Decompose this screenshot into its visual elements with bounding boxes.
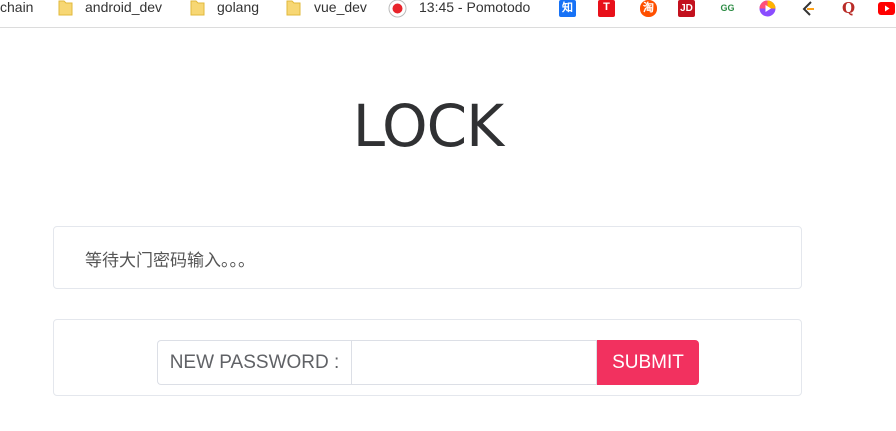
bookmark-label: golang (217, 0, 260, 15)
toutiao-glyph: T (598, 0, 615, 14)
bookmark-label: vue_dev (314, 0, 367, 15)
bookmark-label: android_dev (85, 0, 163, 15)
status-message: 等待大门密码输入。。。 (85, 251, 255, 271)
leetcode-icon[interactable] (800, 0, 817, 17)
youtube-icon[interactable] (878, 2, 895, 15)
pomotodo-icon (388, 0, 407, 18)
folder-icon (190, 0, 205, 16)
password-prefix-label: NEW PASSWORD : (157, 340, 351, 385)
quora-icon[interactable]: Q (840, 0, 857, 17)
new-password-input[interactable] (351, 340, 597, 385)
bookmark-label: 13:45 - Pomotodo (419, 0, 531, 15)
toutiao-icon[interactable]: T (598, 0, 615, 17)
colorful-play-icon[interactable] (759, 0, 776, 17)
password-input-group: NEW PASSWORD : SUBMIT (157, 340, 699, 385)
page-title: LOCK (352, 92, 504, 160)
bookmarks-bar: chain android_dev golang vue_dev 13:45 -… (0, 0, 896, 28)
password-form-card: NEW PASSWORD : SUBMIT (53, 319, 802, 396)
submit-button[interactable]: SUBMIT (597, 340, 699, 385)
folder-icon (286, 0, 301, 16)
jd-icon[interactable]: JD (678, 0, 695, 17)
geeksforgeeks-icon[interactable]: GG (719, 0, 736, 17)
status-card: 等待大门密码输入。。。 (53, 226, 802, 289)
taobao-icon[interactable]: 淘 (640, 0, 657, 17)
bookmark-chain[interactable]: chain (0, 0, 33, 17)
zhihu-icon[interactable]: 知 (559, 0, 576, 17)
folder-icon (58, 0, 73, 16)
